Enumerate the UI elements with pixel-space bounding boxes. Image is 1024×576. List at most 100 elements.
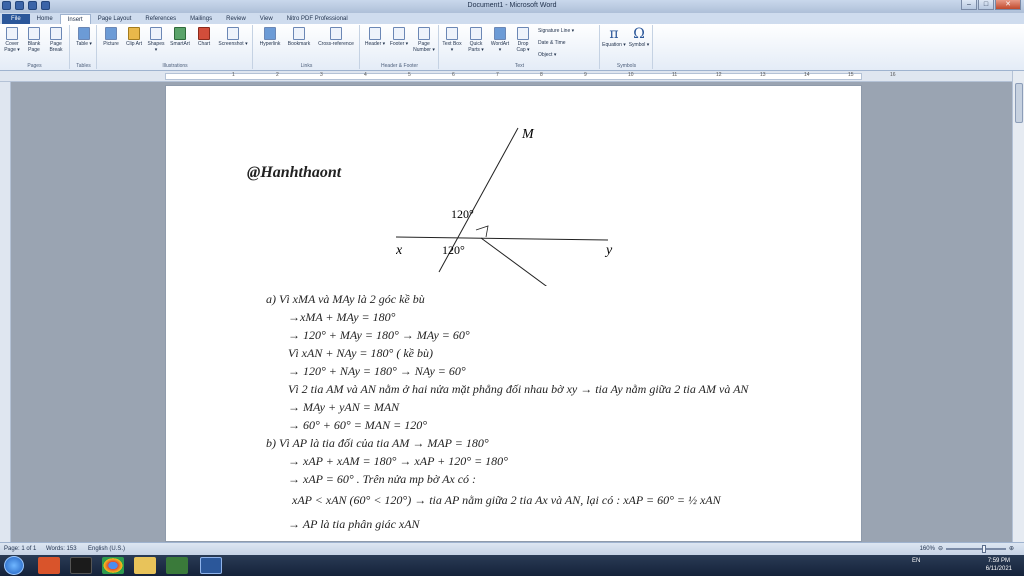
drop-cap-icon [517,27,529,40]
language-indicator[interactable]: English (U.S.) [88,546,125,552]
page-break-button[interactable]: Page Break [46,27,66,53]
cover-page-icon [6,27,18,40]
group-illustrations: Picture Clip Art Shapes ▾ SmartArt Chart… [98,25,253,69]
solution-line: → AP là tia phân giác xAN [288,517,420,531]
zoom-slider[interactable] [945,544,1006,553]
pi-icon: π [609,26,619,42]
ribbon-tabs: File Home Insert Page Layout References … [0,13,1024,24]
input-language[interactable]: EN [912,558,920,564]
tab-file[interactable]: File [2,14,30,24]
wordart-button[interactable]: WordArt ▾ [489,27,511,53]
zoom-in-icon[interactable]: ⊕ [1009,545,1014,552]
footer-button[interactable]: Footer ▾ [387,27,411,47]
page-break-icon [50,27,62,40]
cover-page-button[interactable]: Cover Page ▾ [2,27,22,53]
solution-line: Vì xAN + NAy = 180° ( kề bù) [288,346,433,360]
angle-top-label: 120° [451,207,474,221]
page-count[interactable]: Page: 1 of 1 [4,546,36,552]
close-button[interactable]: ✕ [995,0,1021,10]
quick-parts-button[interactable]: Quick Parts ▾ [465,27,487,53]
status-bar: Page: 1 of 1 Words: 153 English (U.S.) 1… [0,542,1024,555]
solution-line: a) Vì xMA và MAy là 2 góc kề bù [266,292,425,306]
smartart-icon [174,27,186,40]
solution-line: Vì 2 tia AM và AN nằm ở hai nửa mặt phẳn… [288,382,749,396]
bookmark-icon [293,27,305,40]
quick-parts-icon [470,27,482,40]
text-box-icon [446,27,458,40]
watermark-text: @Hanhthaont [247,164,342,181]
chrome-taskbar-icon[interactable] [102,557,124,574]
header-button[interactable]: Header ▾ [363,27,387,47]
wordart-icon [494,27,506,40]
picture-icon [105,27,117,40]
equation-button[interactable]: π Equation ▾ [602,26,626,49]
taskbar: EN 7:59 PM 6/11/2021 [0,555,1024,576]
solution-line: → 60° + 60° = MAN = 120° [288,418,428,432]
word-count[interactable]: Words: 153 [46,546,77,552]
tab-insert[interactable]: Insert [59,14,91,24]
folder-taskbar-icon[interactable] [134,557,156,574]
cross-reference-icon [330,27,342,40]
app-taskbar-icon[interactable] [166,557,188,574]
window-title: Document1 - Microsoft Word [467,2,557,9]
tab-view[interactable]: View [253,14,280,24]
scrollbar-thumb[interactable] [1015,83,1023,123]
omega-icon: Ω [633,26,645,42]
document-page[interactable]: @Hanhthaont M 120° x 120° y P N a) Vì xM… [165,85,862,542]
point-x-label: x [396,243,403,258]
picture-button[interactable]: Picture [101,27,121,47]
blank-page-button[interactable]: Blank Page [24,27,44,53]
tab-page-layout[interactable]: Page Layout [91,14,139,24]
solution-line: → xAP + xAM = 180° → xAP + 120° = 180° [288,454,508,468]
angle-left-label: 120° [442,243,465,257]
group-text: Text Box ▾ Quick Parts ▾ WordArt ▾ Drop … [440,25,600,69]
start-button[interactable] [4,556,24,575]
vertical-ruler[interactable] [0,82,11,542]
header-icon [369,27,381,40]
geometry-figure: M 120° x 120° y P N [396,127,613,286]
zoom-control: 160% ⊖ ⊕ [920,544,1014,553]
drop-cap-button[interactable]: Drop Cap ▾ [513,27,533,53]
group-tables: Table ▾ Tables [71,25,97,69]
table-icon [78,27,90,40]
title-bar: Document1 - Microsoft Word – □ ✕ [0,0,1024,13]
footer-icon [393,27,405,40]
chart-icon [198,27,210,40]
tab-nitro-pdf[interactable]: Nitro PDF Professional [280,14,355,24]
zoom-level[interactable]: 160% [920,546,935,552]
group-symbols: π Equation ▾ Ω Symbol ▾ Symbols [601,25,653,69]
table-button[interactable]: Table ▾ [74,27,94,47]
vertical-scrollbar[interactable] [1012,71,1024,542]
horizontal-ruler[interactable]: 1 2 3 4 5 6 7 8 9 10 11 12 13 14 15 16 [0,71,1024,82]
page-number-button[interactable]: Page Number ▾ [411,27,437,53]
signature-line-button[interactable]: Signature Line ▾ [538,28,574,34]
maximize-button[interactable]: □ [978,0,994,10]
minimize-button[interactable]: – [961,0,977,10]
tab-references[interactable]: References [138,14,183,24]
tab-mailings[interactable]: Mailings [183,14,219,24]
group-pages: Cover Page ▾ Blank Page Page Break Pages [0,25,70,69]
solution-line: → 120° + MAy = 180° → MAy = 60° [288,328,470,342]
bookmark-button[interactable]: Bookmark [285,27,313,47]
object-button[interactable]: Object ▾ [538,52,556,58]
chart-button[interactable]: Chart [194,27,214,47]
smartart-button[interactable]: SmartArt [170,27,190,47]
hyperlink-button[interactable]: Hyperlink [256,27,284,47]
tab-review[interactable]: Review [219,14,253,24]
zoom-out-icon[interactable]: ⊖ [938,545,943,552]
tab-home[interactable]: Home [30,14,60,24]
media-player-taskbar-icon[interactable] [70,557,92,574]
screenshot-button[interactable]: Screenshot ▾ [218,27,248,47]
clip-art-button[interactable]: Clip Art [124,27,144,47]
system-clock[interactable]: 7:59 PM 6/11/2021 [986,557,1012,573]
shapes-button[interactable]: Shapes ▾ [146,27,166,53]
solution-line: xAP < xAN (60° < 120°) → tia AP nằm giữa… [292,493,721,507]
point-m-label: M [521,127,535,142]
date-time-button[interactable]: Date & Time [538,40,566,46]
powerpoint-taskbar-icon[interactable] [38,557,60,574]
cross-reference-button[interactable]: Cross-reference [314,27,358,47]
symbol-button[interactable]: Ω Symbol ▾ [627,26,651,49]
zoom-slider-knob[interactable] [981,544,986,553]
word-taskbar-icon[interactable] [200,557,222,574]
text-box-button[interactable]: Text Box ▾ [442,27,462,53]
